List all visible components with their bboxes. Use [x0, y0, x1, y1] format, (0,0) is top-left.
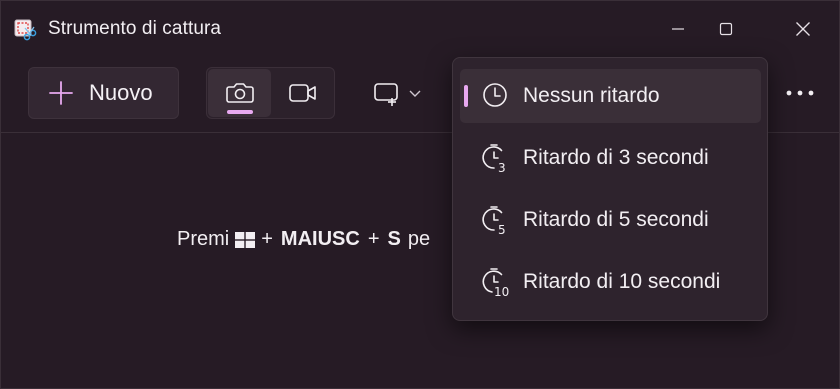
more-options-button[interactable]	[776, 73, 824, 113]
video-camera-icon	[289, 84, 316, 102]
menu-item-label: Ritardo di 3 secondi	[523, 146, 709, 169]
delay-menu: Nessun ritardo 3 Ritardo di 3 secondi 5 …	[452, 57, 768, 321]
screenshot-mode-button[interactable]	[208, 69, 271, 117]
close-icon	[796, 22, 810, 36]
menu-item-label: Ritardo di 10 secondi	[523, 270, 721, 293]
snip-shape-dropdown[interactable]	[367, 73, 437, 113]
title-bar[interactable]: Strumento di cattura	[1, 1, 839, 57]
hint-key-s: S	[387, 228, 401, 250]
clock-icon	[483, 83, 507, 107]
camera-icon	[225, 83, 254, 103]
video-mode-button[interactable]	[273, 69, 333, 117]
maximize-button[interactable]	[703, 9, 749, 49]
new-snip-button[interactable]: Nuovo	[28, 67, 179, 119]
timer-icon: 10	[482, 268, 509, 299]
maximize-icon	[719, 22, 733, 36]
close-button[interactable]	[780, 9, 826, 49]
window-title: Strumento di cattura	[48, 18, 222, 39]
menu-item-delay-5[interactable]: 5 Ritardo di 5 secondi	[460, 193, 761, 247]
menu-item-no-delay[interactable]: Nessun ritardo	[460, 69, 761, 123]
new-snip-label: Nuovo	[89, 80, 153, 105]
hint-plus-2: +	[367, 228, 380, 250]
chevron-down-icon	[409, 90, 421, 97]
minimize-icon	[672, 28, 684, 30]
snipping-tool-icon	[14, 19, 37, 41]
menu-item-delay-10[interactable]: 10 Ritardo di 10 secondi	[460, 255, 761, 309]
rectangle-snip-icon	[374, 83, 398, 106]
selected-item-indicator	[464, 85, 468, 107]
hint-plus-1: +	[261, 228, 273, 250]
snipping-tool-window: Strumento di cattura Nuovo Premi + MAIUS…	[0, 0, 840, 389]
plus-icon	[49, 81, 73, 105]
timer-badge: 3	[498, 161, 506, 175]
timer-icon: 3	[482, 144, 506, 175]
windows-key-icon	[235, 231, 256, 248]
timer-badge: 5	[498, 223, 506, 237]
hint-suffix: pe	[407, 228, 431, 250]
more-options-icon	[786, 90, 814, 96]
selected-mode-indicator	[227, 110, 253, 114]
timer-badge: 10	[494, 285, 509, 299]
timer-icon: 5	[482, 206, 506, 237]
capture-mode-switcher	[206, 67, 335, 119]
shortcut-hint: Premi + MAIUSC + S pe	[177, 228, 430, 251]
menu-item-delay-3[interactable]: 3 Ritardo di 3 secondi	[460, 131, 761, 185]
minimize-button[interactable]	[655, 9, 701, 49]
hint-key-shift: MAIUSC	[280, 228, 360, 250]
hint-prefix: Premi	[177, 228, 230, 250]
menu-item-label: Ritardo di 5 secondi	[523, 208, 709, 231]
menu-item-label: Nessun ritardo	[523, 84, 660, 107]
